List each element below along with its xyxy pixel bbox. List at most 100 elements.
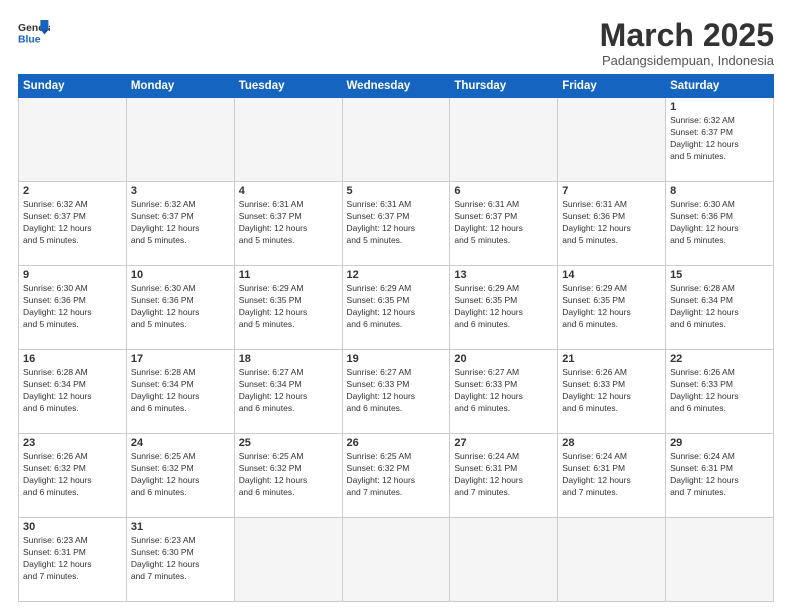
day-number: 11 — [239, 269, 338, 281]
day-number: 5 — [347, 185, 446, 197]
day-number: 7 — [562, 185, 661, 197]
day-number: 18 — [239, 353, 338, 365]
day-cell-14: 14Sunrise: 6:29 AM Sunset: 6:35 PM Dayli… — [558, 266, 666, 350]
day-number: 19 — [347, 353, 446, 365]
empty-cell — [450, 98, 558, 182]
day-number: 26 — [347, 437, 446, 449]
day-number: 24 — [131, 437, 230, 449]
day-cell-31: 31 Sunrise: 6:23 AM Sunset: 6:30 PM Dayli… — [126, 518, 234, 602]
day-cell-13: 13 Sunrise: 6:29 AM Sunset: 6:35 PM Dayli… — [450, 266, 558, 350]
weekday-header-row: SundayMondayTuesdayWednesdayThursdayFrid… — [19, 75, 774, 98]
location-subtitle: Padangsidempuan, Indonesia — [600, 53, 774, 68]
day-info: Sunrise: 6:27 AM Sunset: 6:34 PM Dayligh… — [239, 367, 338, 415]
day-info: Sunrise: 6:29 AM Sunset: 6:35 PM Dayligh… — [347, 283, 446, 331]
day-info: Sunrise: 6:30 AM Sunset: 6:36 PM Dayligh… — [670, 199, 769, 247]
empty-cell — [234, 518, 342, 602]
day-info: Sunrise: 6:28 AM Sunset: 6:34 PM Dayligh… — [131, 367, 230, 415]
day-number: 9 — [23, 269, 122, 281]
day-cell-15: 15 Sunrise: 6:28 AM Sunset: 6:34 PM Dayli… — [666, 266, 774, 350]
day-number: 8 — [670, 185, 769, 197]
day-number: 25 — [239, 437, 338, 449]
day-cell-5: 5 Sunrise: 6:31 AM Sunset: 6:37 PM Daylig… — [342, 182, 450, 266]
day-info: Sunrise: 6:28 AM Sunset: 6:34 PM Dayligh… — [23, 367, 122, 415]
day-cell-12: 12 Sunrise: 6:29 AM Sunset: 6:35 PM Dayli… — [342, 266, 450, 350]
day-info: Sunrise: 6:26 AM Sunset: 6:33 PM Dayligh… — [670, 367, 769, 415]
empty-cell — [450, 518, 558, 602]
day-info: Sunrise: 6:25 AM Sunset: 6:32 PM Dayligh… — [239, 451, 338, 499]
day-info: Sunrise: 6:28 AM Sunset: 6:34 PM Dayligh… — [670, 283, 769, 331]
day-info: Sunrise: 6:23 AM Sunset: 6:30 PM Dayligh… — [131, 535, 230, 583]
title-block: March 2025 Padangsidempuan, Indonesia — [600, 18, 774, 68]
month-title: March 2025 — [600, 18, 774, 53]
day-cell-16: 16 Sunrise: 6:28 AM Sunset: 6:34 PM Dayli… — [19, 350, 127, 434]
day-info: Sunrise: 6:31 AM Sunset: 6:37 PM Dayligh… — [347, 199, 446, 247]
day-number: 14 — [562, 269, 661, 281]
day-number: 30 — [23, 521, 122, 533]
day-cell-25: 25 Sunrise: 6:25 AM Sunset: 6:32 PM Dayli… — [234, 434, 342, 518]
empty-cell — [666, 518, 774, 602]
calendar-table: SundayMondayTuesdayWednesdayThursdayFrid… — [18, 74, 774, 602]
day-number: 29 — [670, 437, 769, 449]
day-cell-20: 20Sunrise: 6:27 AM Sunset: 6:33 PM Dayli… — [450, 350, 558, 434]
week-row-5: 23 Sunrise: 6:26 AM Sunset: 6:32 PM Dayli… — [19, 434, 774, 518]
empty-cell — [19, 98, 127, 182]
day-number: 17 — [131, 353, 230, 365]
day-info: Sunrise: 6:32 AM Sunset: 6:37 PM Dayligh… — [131, 199, 230, 247]
day-number: 1 — [670, 101, 769, 113]
day-info: Sunrise: 6:27 AM Sunset: 6:33 PM Dayligh… — [347, 367, 446, 415]
day-info: Sunrise: 6:25 AM Sunset: 6:32 PM Dayligh… — [347, 451, 446, 499]
day-info: Sunrise: 6:24 AM Sunset: 6:31 PM Dayligh… — [670, 451, 769, 499]
weekday-header-thursday: Thursday — [450, 75, 558, 98]
weekday-header-wednesday: Wednesday — [342, 75, 450, 98]
day-number: 23 — [23, 437, 122, 449]
day-cell-10: 10Sunrise: 6:30 AM Sunset: 6:36 PM Dayli… — [126, 266, 234, 350]
day-info: Sunrise: 6:26 AM Sunset: 6:32 PM Dayligh… — [23, 451, 122, 499]
day-cell-29: 29 Sunrise: 6:24 AM Sunset: 6:31 PM Dayli… — [666, 434, 774, 518]
day-number: 31 — [131, 521, 230, 533]
week-row-6: 30 Sunrise: 6:23 AM Sunset: 6:31 PM Dayli… — [19, 518, 774, 602]
day-info: Sunrise: 6:23 AM Sunset: 6:31 PM Dayligh… — [23, 535, 122, 583]
day-cell-21: 21Sunrise: 6:26 AM Sunset: 6:33 PM Dayli… — [558, 350, 666, 434]
day-cell-30: 30 Sunrise: 6:23 AM Sunset: 6:31 PM Dayli… — [19, 518, 127, 602]
day-cell-8: 8 Sunrise: 6:30 AM Sunset: 6:36 PM Daylig… — [666, 182, 774, 266]
day-cell-11: 11 Sunrise: 6:29 AM Sunset: 6:35 PM Dayli… — [234, 266, 342, 350]
empty-cell — [234, 98, 342, 182]
day-cell-4: 4Sunrise: 6:31 AM Sunset: 6:37 PM Daylig… — [234, 182, 342, 266]
day-cell-22: 22 Sunrise: 6:26 AM Sunset: 6:33 PM Dayli… — [666, 350, 774, 434]
day-info: Sunrise: 6:25 AM Sunset: 6:32 PM Dayligh… — [131, 451, 230, 499]
day-number: 27 — [454, 437, 553, 449]
day-number: 13 — [454, 269, 553, 281]
day-cell-2: 2Sunrise: 6:32 AM Sunset: 6:37 PM Daylig… — [19, 182, 127, 266]
day-number: 16 — [23, 353, 122, 365]
day-cell-3: 3Sunrise: 6:32 AM Sunset: 6:37 PM Daylig… — [126, 182, 234, 266]
day-number: 12 — [347, 269, 446, 281]
empty-cell — [342, 518, 450, 602]
week-row-3: 9 Sunrise: 6:30 AM Sunset: 6:36 PM Daylig… — [19, 266, 774, 350]
day-cell-1: 1 Sunrise: 6:32 AM Sunset: 6:37 PM Daylig… — [666, 98, 774, 182]
day-number: 15 — [670, 269, 769, 281]
day-info: Sunrise: 6:30 AM Sunset: 6:36 PM Dayligh… — [131, 283, 230, 331]
day-cell-28: 28Sunrise: 6:24 AM Sunset: 6:31 PM Dayli… — [558, 434, 666, 518]
day-number: 21 — [562, 353, 661, 365]
day-info: Sunrise: 6:31 AM Sunset: 6:37 PM Dayligh… — [454, 199, 553, 247]
logo: General Blue — [18, 18, 50, 46]
empty-cell — [126, 98, 234, 182]
header: General Blue March 2025 Padangsidempuan,… — [18, 18, 774, 68]
day-cell-19: 19 Sunrise: 6:27 AM Sunset: 6:33 PM Dayli… — [342, 350, 450, 434]
page: General Blue March 2025 Padangsidempuan,… — [0, 0, 792, 612]
weekday-header-tuesday: Tuesday — [234, 75, 342, 98]
day-info: Sunrise: 6:32 AM Sunset: 6:37 PM Dayligh… — [670, 115, 769, 163]
weekday-header-sunday: Sunday — [19, 75, 127, 98]
day-info: Sunrise: 6:31 AM Sunset: 6:36 PM Dayligh… — [562, 199, 661, 247]
svg-text:Blue: Blue — [18, 34, 41, 45]
day-info: Sunrise: 6:29 AM Sunset: 6:35 PM Dayligh… — [454, 283, 553, 331]
week-row-1: 1 Sunrise: 6:32 AM Sunset: 6:37 PM Daylig… — [19, 98, 774, 182]
day-info: Sunrise: 6:29 AM Sunset: 6:35 PM Dayligh… — [239, 283, 338, 331]
day-info: Sunrise: 6:32 AM Sunset: 6:37 PM Dayligh… — [23, 199, 122, 247]
weekday-header-friday: Friday — [558, 75, 666, 98]
day-cell-27: 27Sunrise: 6:24 AM Sunset: 6:31 PM Dayli… — [450, 434, 558, 518]
day-cell-24: 24 Sunrise: 6:25 AM Sunset: 6:32 PM Dayli… — [126, 434, 234, 518]
day-number: 22 — [670, 353, 769, 365]
empty-cell — [342, 98, 450, 182]
day-info: Sunrise: 6:27 AM Sunset: 6:33 PM Dayligh… — [454, 367, 553, 415]
